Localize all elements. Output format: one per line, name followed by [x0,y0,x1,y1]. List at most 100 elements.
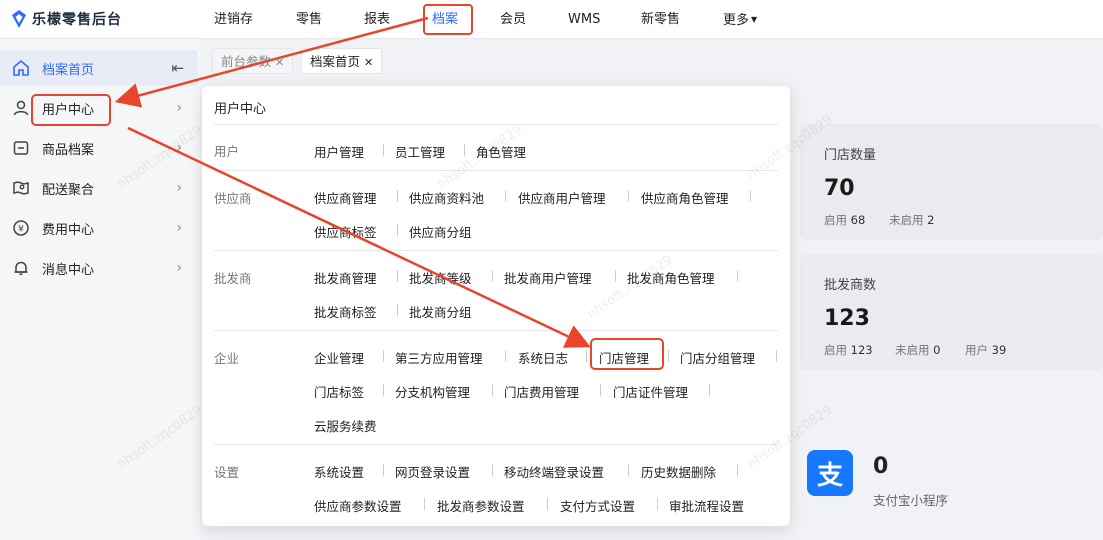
separator [397,270,398,282]
nav-reports[interactable]: 报表 [364,0,390,39]
link-system-settings[interactable]: 系统设置 [314,462,364,481]
link-payment-settings[interactable]: 支付方式设置 [560,496,635,515]
link-supplier-role-management[interactable]: 供应商角色管理 [641,188,729,207]
separator [547,498,548,510]
link-approval-flow-settings[interactable]: 审批流程设置 [669,496,744,515]
chevron-right-icon: › [176,180,182,196]
link-supplier-management[interactable]: 供应商管理 [314,188,377,207]
nav-retail[interactable]: 零售 [296,0,322,39]
link-wholesaler-levels[interactable]: 批发商等级 [409,268,472,287]
top-bar: 乐檬零售后台 进销存 零售 报表 档案 会员 WMS 新零售 更多 ▼ [0,0,1103,39]
close-icon[interactable]: ✕ [275,56,284,69]
link-wholesaler-user-management[interactable]: 批发商用户管理 [504,268,592,287]
separator [505,190,506,202]
group-label-user: 用户 [214,144,240,159]
user-center-menu-panel: 用户中心 用户 用户管理 员工管理 角色管理 供应商 供应商管理 供应商资料池 … [202,86,790,526]
wholesaler-enabled: 启用 123 [824,343,873,357]
separator [383,144,384,156]
sidebar-item-archive-home[interactable]: 档案首页 ⇤ [0,50,198,86]
wholesaler-count: 123 [824,306,870,331]
separator [668,350,669,362]
sidebar-item-expense[interactable]: ¥ 费用中心 › [0,210,198,246]
separator [586,350,587,362]
link-wholesaler-param-settings[interactable]: 批发商参数设置 [437,496,525,515]
separator [737,464,738,476]
wholesaler-count-card: 批发商数 123 启用 123 未启用 0 用户 39 [800,254,1103,370]
collapse-sidebar-icon[interactable]: ⇤ [171,59,184,77]
tab-frontend-params[interactable]: 前台参数 ✕ [212,48,294,74]
divider [214,124,778,125]
annotation-box-user-center [31,94,111,126]
link-system-log[interactable]: 系统日志 [518,348,568,367]
bell-icon [12,259,30,277]
link-role-management[interactable]: 角色管理 [476,142,526,161]
separator [383,350,384,362]
nav-wms[interactable]: WMS [568,0,600,39]
wholesaler-users: 用户 39 [965,343,1007,357]
annotation-box-store-management [590,338,664,370]
separator [383,464,384,476]
separator [383,384,384,396]
separator [737,270,738,282]
close-icon[interactable]: ✕ [364,56,373,69]
link-web-login-settings[interactable]: 网页登录设置 [395,462,470,481]
link-wholesaler-groups[interactable]: 批发商分组 [409,302,472,321]
tab-archive-home[interactable]: 档案首页 ✕ [301,48,383,74]
link-store-tags[interactable]: 门店标签 [314,382,364,401]
sidebar-item-delivery[interactable]: 配送聚合 › [0,170,198,206]
group-label-enterprise: 企业 [214,351,240,366]
separator [657,498,658,510]
chevron-right-icon: › [176,220,182,236]
separator [492,384,493,396]
card-title: 批发商数 [824,278,877,293]
yuan-icon: ¥ [12,219,30,237]
separator [628,190,629,202]
link-mobile-login-settings[interactable]: 移动终端登录设置 [504,462,604,481]
nav-new-retail[interactable]: 新零售 [641,0,680,39]
separator [628,464,629,476]
link-store-license-management[interactable]: 门店证件管理 [613,382,688,401]
wholesaler-disabled: 未启用 0 [895,343,941,357]
link-store-expense-management[interactable]: 门店费用管理 [504,382,579,401]
link-supplier-tags[interactable]: 供应商标签 [314,222,377,241]
link-supplier-pool[interactable]: 供应商资料池 [409,188,484,207]
logo-icon [12,10,26,28]
link-branch-management[interactable]: 分支机构管理 [395,382,470,401]
separator [492,270,493,282]
panel-title: 用户中心 [214,102,267,117]
separator [424,498,425,510]
link-wholesaler-role-management[interactable]: 批发商角色管理 [627,268,715,287]
link-supplier-groups[interactable]: 供应商分组 [409,222,472,241]
sidebar-item-products[interactable]: 商品档案 › [0,130,198,166]
store-count-card: 门店数量 70 启用 68 未启用 2 [800,124,1103,240]
sidebar-item-label: 消息中心 [42,262,95,278]
separator [464,144,465,156]
link-wholesaler-management[interactable]: 批发商管理 [314,268,377,287]
box-icon [12,139,30,157]
link-wholesaler-tags[interactable]: 批发商标签 [314,302,377,321]
caret-down-icon: ▼ [751,15,758,24]
link-history-data-delete[interactable]: 历史数据删除 [641,462,716,481]
sidebar-item-messages[interactable]: 消息中心 › [0,250,198,286]
link-staff-management[interactable]: 员工管理 [395,142,445,161]
link-cloud-renewal[interactable]: 云服务续费 [314,416,377,435]
link-store-group-management[interactable]: 门店分组管理 [680,348,755,367]
link-enterprise-management[interactable]: 企业管理 [314,348,364,367]
link-supplier-user-management[interactable]: 供应商用户管理 [518,188,606,207]
link-user-management[interactable]: 用户管理 [314,142,364,161]
nav-inventory[interactable]: 进销存 [214,0,253,39]
separator [397,224,398,236]
map-icon [12,179,30,197]
separator [776,350,777,362]
app-title: 乐檬零售后台 [32,12,122,28]
nav-more[interactable]: 更多 ▼ [723,0,757,39]
home-icon [12,59,30,77]
link-third-party-apps[interactable]: 第三方应用管理 [395,348,483,367]
sidebar-item-label: 配送聚合 [42,182,95,198]
nav-member[interactable]: 会员 [500,0,526,39]
alipay-label: 支付宝小程序 [873,493,949,508]
group-label-settings: 设置 [214,465,240,480]
app-logo[interactable]: 乐檬零售后台 [10,8,122,30]
separator [397,190,398,202]
link-supplier-param-settings[interactable]: 供应商参数设置 [314,496,402,515]
